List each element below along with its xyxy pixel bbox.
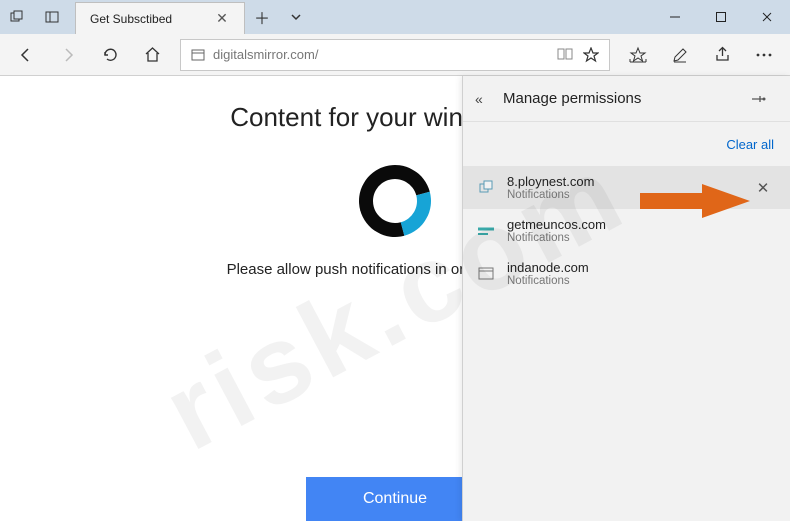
tab-actions-icon[interactable] xyxy=(0,10,34,24)
settings-menu-button[interactable] xyxy=(744,35,784,75)
permission-type: Notifications xyxy=(507,275,776,287)
permission-domain: getmeuncos.com xyxy=(507,217,776,232)
site-icon xyxy=(477,179,495,197)
window-titlebar: Get Subsctibed ✕ ＋ xyxy=(0,0,790,34)
site-icon xyxy=(477,222,495,240)
address-bar[interactable]: digitalsmirror.com/ xyxy=(180,39,610,71)
panel-header: « Manage permissions xyxy=(463,76,790,122)
panel-title: Manage permissions xyxy=(503,90,750,107)
permission-item[interactable]: getmeuncos.com Notifications xyxy=(463,209,790,252)
clear-all-link[interactable]: Clear all xyxy=(726,137,774,152)
new-tab-button[interactable]: ＋ xyxy=(245,0,279,34)
tab-title: Get Subsctibed xyxy=(90,12,210,26)
maximize-button[interactable] xyxy=(698,0,744,34)
forward-button[interactable] xyxy=(48,35,88,75)
set-aside-icon[interactable] xyxy=(35,10,69,24)
site-info-icon[interactable] xyxy=(187,48,209,62)
titlebar-left xyxy=(0,0,69,34)
favorite-icon[interactable] xyxy=(583,47,599,63)
browser-toolbar: digitalsmirror.com/ xyxy=(0,34,790,76)
browser-tab[interactable]: Get Subsctibed ✕ xyxy=(75,2,245,34)
panel-back-button[interactable]: « xyxy=(475,91,503,107)
remove-permission-button[interactable]: ✕ xyxy=(750,179,776,197)
permission-item[interactable]: 8.ploynest.com Notifications ✕ xyxy=(463,166,790,209)
permission-type: Notifications xyxy=(507,232,776,244)
loading-spinner-icon xyxy=(346,152,444,250)
close-window-button[interactable] xyxy=(744,0,790,34)
back-button[interactable] xyxy=(6,35,46,75)
permission-item[interactable]: indanode.com Notifications xyxy=(463,252,790,295)
share-button[interactable] xyxy=(702,35,742,75)
permissions-panel: « Manage permissions Clear all 8.ploynes… xyxy=(462,76,790,521)
reading-view-icon[interactable] xyxy=(557,47,573,63)
tab-close-icon[interactable]: ✕ xyxy=(210,10,234,27)
tab-tools-icon[interactable] xyxy=(279,0,313,34)
permission-domain: 8.ploynest.com xyxy=(507,174,738,189)
permission-domain: indanode.com xyxy=(507,260,776,275)
window-controls xyxy=(652,0,790,34)
panel-subheader: Clear all xyxy=(463,122,790,166)
url-text: digitalsmirror.com/ xyxy=(209,47,557,62)
permission-type: Notifications xyxy=(507,189,738,201)
continue-button[interactable]: Continue xyxy=(306,477,484,521)
permissions-list: 8.ploynest.com Notifications ✕ getmeunco… xyxy=(463,166,790,295)
home-button[interactable] xyxy=(132,35,172,75)
site-icon xyxy=(477,265,495,283)
notes-button[interactable] xyxy=(660,35,700,75)
refresh-button[interactable] xyxy=(90,35,130,75)
minimize-button[interactable] xyxy=(652,0,698,34)
pin-icon[interactable] xyxy=(750,92,778,106)
favorites-button[interactable] xyxy=(618,35,658,75)
